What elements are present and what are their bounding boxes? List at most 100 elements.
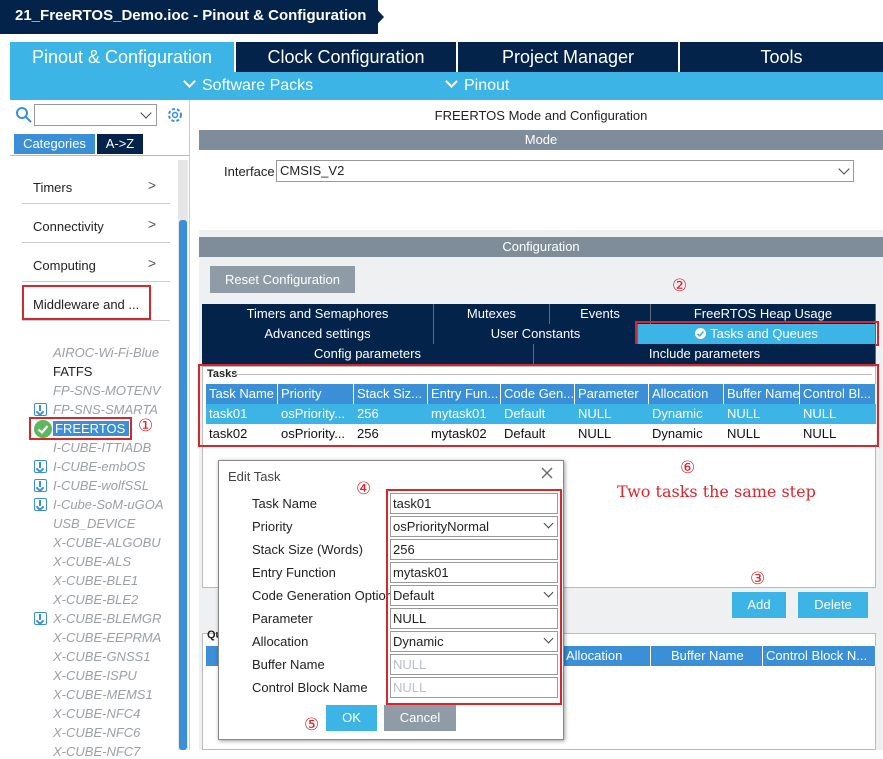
chevron-down-icon: [838, 163, 850, 175]
middleware-item[interactable]: X-CUBE-ALGOBU: [53, 535, 161, 550]
interface-label: Interface: [224, 164, 275, 179]
divider: [10, 155, 190, 156]
field-label: Allocation: [252, 634, 309, 649]
breadcrumb-arrow: [368, 0, 384, 34]
category-label: Timers: [33, 180, 73, 195]
download-icon: [34, 479, 47, 492]
sub-tabs: Software Packs Pinout: [10, 72, 883, 100]
middleware-item[interactable]: X-CUBE-NFC6: [53, 725, 140, 740]
chevron-right-icon: >: [147, 177, 156, 193]
middleware-item[interactable]: FP-SNS-MOTENV: [53, 383, 161, 398]
annotation-note: Two tasks the same step: [617, 482, 816, 501]
ok-button[interactable]: OK: [326, 705, 377, 731]
tab-config-parameters[interactable]: Config parameters: [202, 344, 534, 364]
tab-mutexes[interactable]: Mutexes: [434, 304, 550, 324]
download-icon: [34, 498, 47, 511]
field-label: Code Generation Option: [252, 588, 393, 603]
category-computing[interactable]: Computing >: [22, 246, 170, 282]
title-bar: 21_FreeRTOS_Demo.ioc - Pinout & Configur…: [0, 0, 883, 34]
highlight-tasks-table: [198, 364, 879, 447]
queue-column-header[interactable]: Control Block N...: [763, 646, 876, 666]
software-packs-menu[interactable]: Software Packs: [183, 72, 314, 100]
tab-project-manager[interactable]: Project Manager: [458, 42, 678, 72]
dialog-title: Edit Task: [228, 469, 281, 484]
mode-header: Mode: [199, 130, 883, 150]
tab-categories[interactable]: Categories: [14, 134, 95, 154]
interface-value: CMSIS_V2: [280, 163, 345, 178]
tab-pinout-configuration[interactable]: Pinout & Configuration: [10, 42, 234, 72]
gear-icon[interactable]: [166, 106, 184, 127]
pinout-label: Pinout: [464, 77, 510, 94]
scrollbar-thumb[interactable]: [179, 220, 187, 750]
highlight-tasks-queues-tab: [635, 321, 879, 346]
tab-clock-configuration[interactable]: Clock Configuration: [236, 42, 456, 72]
annotation-1: ①: [138, 416, 154, 436]
highlight-dialog-fields: [386, 489, 562, 705]
middleware-item[interactable]: I-Cube-SoM-uGOA: [53, 497, 164, 512]
mode-config-title: FREERTOS Mode and Configuration: [199, 100, 883, 130]
delete-task-button[interactable]: Delete: [798, 592, 868, 618]
annotation-3: ③: [750, 569, 766, 589]
middleware-item[interactable]: I-CUBE-wolfSSL: [53, 478, 149, 493]
middleware-item[interactable]: FP-SNS-SMARTA: [53, 402, 158, 417]
software-packs-label: Software Packs: [202, 77, 314, 94]
middleware-item[interactable]: X-CUBE-MEMS1: [53, 687, 153, 702]
queue-column-header[interactable]: Allocation: [563, 646, 651, 666]
tab-include-parameters[interactable]: Include parameters: [534, 344, 876, 364]
reset-configuration-button[interactable]: Reset Configuration: [210, 266, 355, 293]
middleware-item[interactable]: I-CUBE-embOS: [53, 459, 145, 474]
main-tabs: Pinout & Configuration Clock Configurati…: [10, 42, 883, 72]
annotation-4: ④: [356, 479, 372, 499]
add-task-button[interactable]: Add: [732, 592, 786, 618]
field-label: Priority: [252, 519, 293, 534]
middleware-item[interactable]: X-CUBE-NFC7: [53, 744, 140, 759]
close-icon[interactable]: [540, 466, 554, 483]
annotation-2: ②: [672, 276, 688, 296]
field-label: Control Block Name: [252, 680, 368, 695]
field-label: Entry Function: [252, 565, 336, 580]
field-label: Stack Size (Words): [252, 542, 364, 557]
annotation-5: ⑤: [304, 715, 320, 735]
category-label: Computing: [33, 258, 96, 273]
chevron-down-icon: [445, 75, 458, 88]
middleware-item[interactable]: USB_DEVICE: [53, 516, 135, 531]
category-connectivity[interactable]: Connectivity >: [22, 207, 170, 243]
cancel-button[interactable]: Cancel: [384, 705, 456, 731]
middleware-item[interactable]: X-CUBE-BLEMGR: [53, 611, 161, 626]
download-icon: [34, 460, 47, 473]
highlight-freertos: [29, 417, 132, 440]
middleware-item[interactable]: X-CUBE-BLE2: [53, 592, 138, 607]
tab-timers-semaphores[interactable]: Timers and Semaphores: [202, 304, 434, 324]
download-icon: [34, 612, 47, 625]
chevron-down-icon: [183, 75, 196, 88]
middleware-item[interactable]: AIROC-Wi-Fi-Blue: [53, 345, 159, 360]
middleware-item[interactable]: X-CUBE-ISPU: [53, 668, 137, 683]
category-timers[interactable]: Timers >: [22, 168, 170, 204]
chevron-down-icon: [140, 107, 152, 119]
field-label: Buffer Name: [252, 657, 325, 672]
field-label: Parameter: [252, 611, 313, 626]
field-label: Task Name: [252, 496, 318, 511]
tab-a-z[interactable]: A->Z: [97, 134, 143, 154]
chevron-right-icon: >: [147, 216, 156, 232]
search-input[interactable]: [34, 104, 157, 126]
middleware-item[interactable]: X-CUBE-BLE1: [53, 573, 138, 588]
pinout-menu[interactable]: Pinout: [445, 72, 510, 100]
tab-user-constants[interactable]: User Constants: [434, 324, 638, 344]
tab-tools[interactable]: Tools: [680, 42, 883, 72]
configuration-header: Configuration: [199, 237, 883, 257]
middleware-item[interactable]: X-CUBE-ALS: [53, 554, 131, 569]
middleware-item[interactable]: X-CUBE-GNSS1: [53, 649, 151, 664]
search-icon[interactable]: [15, 106, 33, 127]
queue-column-header[interactable]: Buffer Name: [651, 646, 763, 666]
middleware-item[interactable]: FATFS: [53, 364, 92, 379]
middleware-item[interactable]: X-CUBE-NFC4: [53, 706, 140, 721]
annotation-6: ⑥: [680, 458, 696, 478]
middleware-item[interactable]: I-CUBE-ITTIADB: [53, 440, 151, 455]
middleware-item[interactable]: X-CUBE-EEPRMA: [53, 630, 161, 645]
chevron-right-icon: >: [147, 255, 156, 271]
tab-advanced-settings[interactable]: Advanced settings: [202, 324, 434, 344]
category-label: Connectivity: [33, 219, 104, 234]
interface-select[interactable]: CMSIS_V2: [276, 160, 854, 182]
download-icon: [34, 403, 47, 416]
